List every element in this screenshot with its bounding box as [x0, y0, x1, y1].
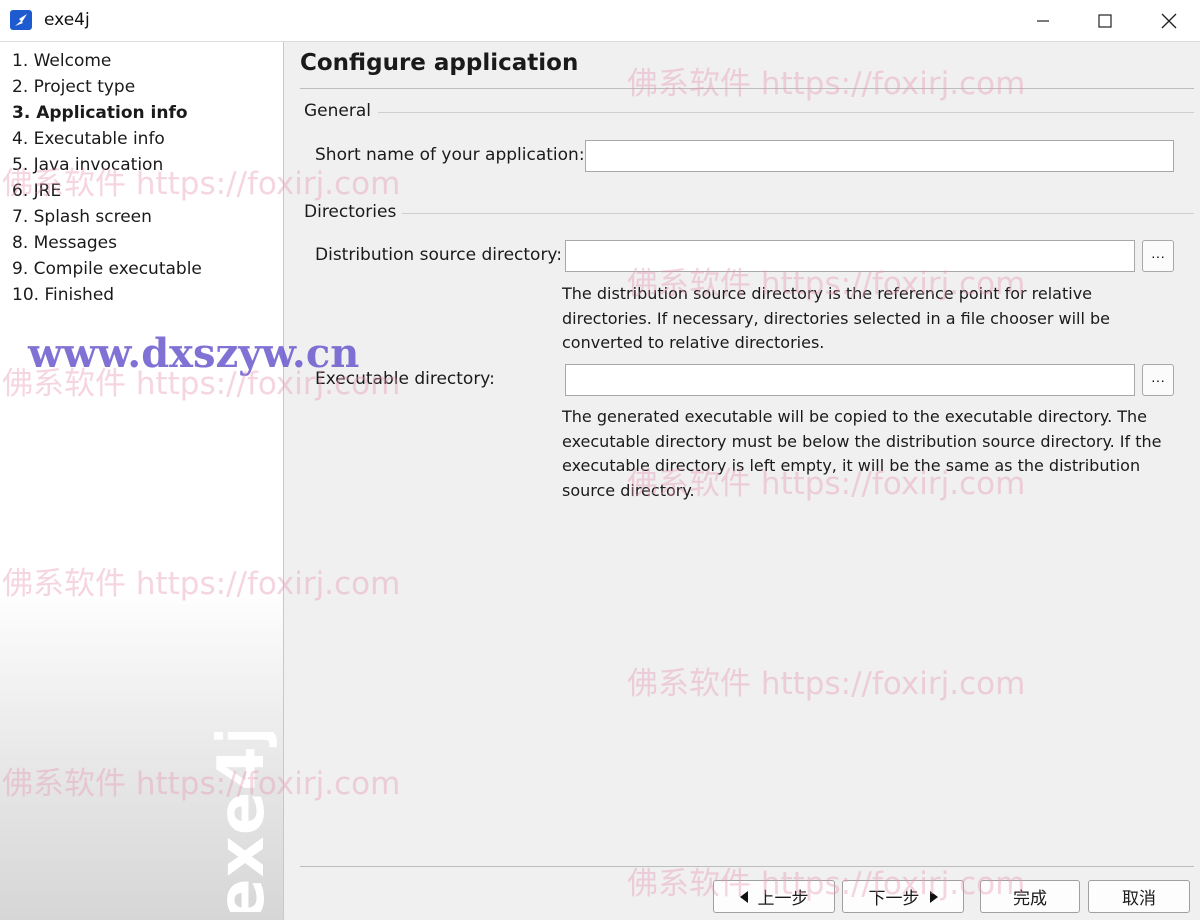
site-watermark: www.dxszyw.cn: [28, 330, 360, 377]
distribution-dir-input[interactable]: [565, 240, 1135, 272]
next-button[interactable]: 下一步: [842, 880, 964, 913]
minimize-icon: [1037, 20, 1049, 22]
watermark: 佛系软件 https://foxirj.com: [627, 66, 1026, 102]
step-messages[interactable]: 8. Messages: [12, 232, 117, 254]
footer-divider: [300, 866, 1194, 867]
section-directories-divider: [402, 213, 1194, 214]
distribution-dir-browse-button[interactable]: ···: [1142, 240, 1174, 272]
cancel-button[interactable]: 取消: [1088, 880, 1190, 913]
maximize-button[interactable]: [1074, 0, 1136, 42]
window-title: exe4j: [44, 10, 90, 30]
section-general-divider: [378, 112, 1194, 113]
short-name-label: Short name of your application:: [315, 145, 585, 165]
executable-dir-browse-button[interactable]: ···: [1142, 364, 1174, 396]
minimize-button[interactable]: [1012, 0, 1074, 42]
executable-dir-input[interactable]: [565, 364, 1135, 396]
page-title: Configure application: [300, 50, 579, 76]
short-name-input[interactable]: [585, 140, 1174, 172]
close-icon: [1161, 13, 1177, 29]
step-java-invocation[interactable]: 5. Java invocation: [12, 154, 163, 176]
step-welcome[interactable]: 1. Welcome: [12, 50, 111, 72]
step-project-type[interactable]: 2. Project type: [12, 76, 135, 98]
step-splash-screen[interactable]: 7. Splash screen: [12, 206, 152, 228]
step-application-info[interactable]: 3. Application info: [12, 102, 188, 124]
executable-dir-help: The generated executable will be copied …: [562, 407, 1162, 500]
back-button[interactable]: 上一步: [713, 880, 835, 913]
distribution-dir-label: Distribution source directory:: [315, 245, 562, 265]
title-divider: [300, 88, 1194, 89]
watermark: 佛系软件 https://foxirj.com: [627, 666, 1026, 702]
finish-button[interactable]: 完成: [980, 880, 1080, 913]
section-directories-title: Directories: [304, 202, 397, 222]
step-jre[interactable]: 6. JRE: [12, 180, 61, 202]
back-arrow-icon: [739, 890, 748, 903]
close-button[interactable]: [1138, 0, 1200, 42]
distribution-dir-help: The distribution source directory is the…: [562, 284, 1110, 352]
maximize-icon: [1098, 14, 1112, 28]
exe4j-brand-logo: exe4j: [205, 732, 279, 912]
section-general-title: General: [304, 101, 371, 121]
title-bar: exe4j: [0, 0, 1200, 42]
next-arrow-icon: [929, 890, 938, 903]
step-compile-executable[interactable]: 9. Compile executable: [12, 258, 202, 280]
exe4j-app-icon: [10, 10, 32, 30]
step-finished[interactable]: 10. Finished: [12, 284, 114, 306]
step-executable-info[interactable]: 4. Executable info: [12, 128, 165, 150]
wizard-steps-panel: 1. Welcome 2. Project type 3. Applicatio…: [0, 42, 284, 920]
